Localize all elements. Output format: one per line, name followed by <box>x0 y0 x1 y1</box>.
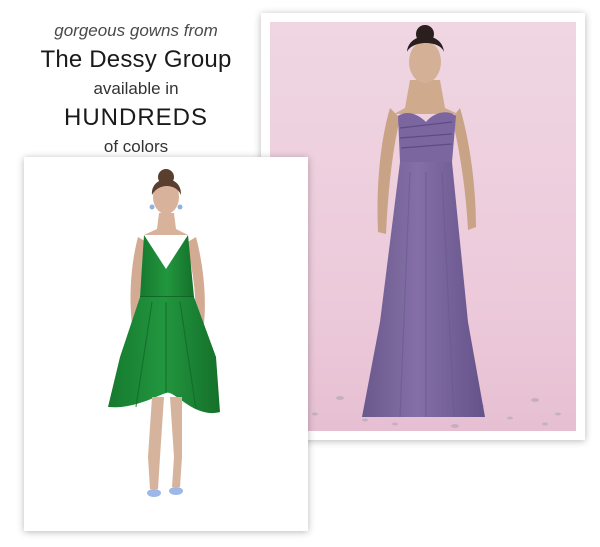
headline-line-3: available in <box>93 79 179 98</box>
green-dress-image <box>24 157 308 531</box>
purple-gown-image <box>270 22 576 431</box>
headline-line-1: gorgeous gowns from <box>54 21 218 40</box>
headline-emphasis: HUNDREDS <box>63 104 208 131</box>
green-dress-photo-card[interactable] <box>24 157 308 531</box>
brand-name: The Dessy Group <box>40 46 232 73</box>
headline: gorgeous gowns from The Dessy Group avai… <box>28 18 244 160</box>
purple-gown-photo-card[interactable] <box>261 13 585 440</box>
